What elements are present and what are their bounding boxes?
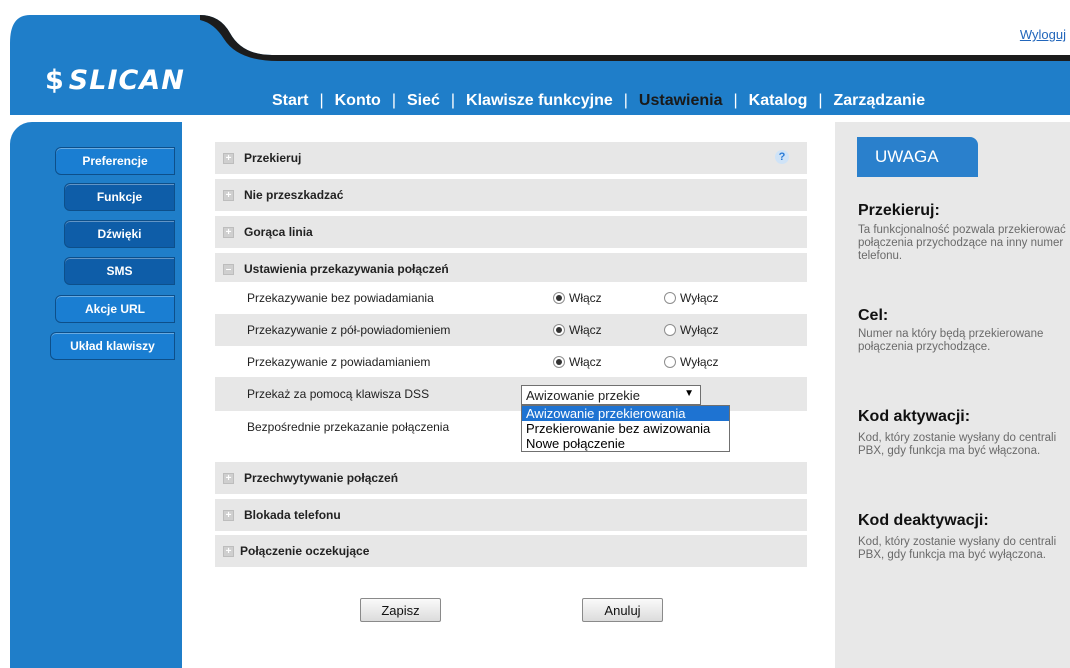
help-icon[interactable]: ? xyxy=(775,150,789,164)
radio-on[interactable]: Włącz xyxy=(553,355,602,369)
expand-icon[interactable]: + xyxy=(223,226,234,238)
section-label: Gorąca linia xyxy=(244,225,313,239)
radio-unchecked-icon[interactable] xyxy=(664,356,676,368)
radio-unchecked-icon[interactable] xyxy=(664,324,676,336)
expand-icon[interactable]: + xyxy=(223,472,234,484)
note-header: UWAGA xyxy=(857,137,978,177)
note-text: Numer na który będą przekierowane połącz… xyxy=(858,328,1044,353)
note-text: Kod, który zostanie wysłany do centrali … xyxy=(858,432,1057,457)
dropdown-option[interactable]: Przekierowanie bez awizowania xyxy=(522,421,729,436)
save-button[interactable]: Zapisz xyxy=(360,598,441,622)
page: Wyloguj $ SLICAN Start | Konto | Sieć | K… xyxy=(0,0,1070,668)
section-label: Nie przeszkadzać xyxy=(244,188,344,202)
nav-separator: | xyxy=(450,92,456,109)
radio-on[interactable]: Włącz xyxy=(553,323,602,337)
sidebar-item-uklad-klawiszy[interactable]: Układ klawiszy xyxy=(50,332,175,360)
main-content: + Przekieruj ? + Nie przeszkadzać + Gorą… xyxy=(182,122,835,668)
nav-katalog[interactable]: Katalog xyxy=(749,92,808,110)
expand-icon[interactable]: + xyxy=(223,545,234,557)
radio-on[interactable]: Włącz xyxy=(553,291,602,305)
transfer-row-label: Przekazywanie z powiadamianiem xyxy=(247,355,431,369)
dropdown-option[interactable]: Nowe połączenie xyxy=(522,436,729,451)
radio-on-label: Włącz xyxy=(569,291,602,305)
nav-klawisze-funkcyjne[interactable]: Klawisze funkcyjne xyxy=(466,92,613,110)
dropdown-option[interactable]: Awizowanie przekierowania xyxy=(522,406,729,421)
nav-ustawienia[interactable]: Ustawienia xyxy=(639,92,723,110)
section-przekieruj[interactable]: + Przekieruj ? xyxy=(215,142,807,174)
section-label: Blokada telefonu xyxy=(244,508,341,522)
nav-separator: | xyxy=(391,92,396,109)
sidebar-item-dzwieki[interactable]: Dźwięki xyxy=(64,220,175,248)
note-title: Kod deaktywacji: xyxy=(858,512,989,529)
note-text: Ta funkcjonalność pozwala przekierować p… xyxy=(858,224,1066,262)
expand-icon[interactable]: + xyxy=(223,152,234,164)
nav-separator: | xyxy=(818,92,823,109)
note-text: Kod, który zostanie wysłany do centrali … xyxy=(858,536,1057,561)
sidebar-item-akcje-url[interactable]: Akcje URL xyxy=(55,295,175,323)
nav-separator: | xyxy=(733,92,738,109)
radio-off-label: Wyłącz xyxy=(680,291,719,305)
radio-checked-icon[interactable] xyxy=(553,324,565,336)
section-goraca-linia[interactable]: + Gorąca linia xyxy=(215,216,807,248)
dropdown-arrow-icon[interactable]: ▼ xyxy=(684,388,694,399)
direct-transfer-label: Bezpośrednie przekazanie połączenia xyxy=(247,420,450,434)
radio-on-label: Włącz xyxy=(569,355,602,369)
nav-start[interactable]: Start xyxy=(272,92,308,110)
radio-unchecked-icon[interactable] xyxy=(664,292,676,304)
logo-mark-icon: $ xyxy=(45,65,65,96)
radio-checked-icon[interactable] xyxy=(553,292,565,304)
header: Wyloguj $ SLICAN Start | Konto | Sieć | K… xyxy=(10,15,1070,115)
dss-selected-value: Awizowanie przekie xyxy=(526,387,640,403)
section-przechwytywanie[interactable]: + Przechwytywanie połączeń xyxy=(215,462,807,494)
transfer-row-label: Przekazywanie bez powiadamiania xyxy=(247,291,434,305)
radio-off[interactable]: Wyłącz xyxy=(664,355,719,369)
transfer-row-label: Przekazywanie z pół-powiadomieniem xyxy=(247,323,451,337)
top-nav: Start | Konto | Sieć | Klawisze funkcyjn… xyxy=(272,92,925,110)
expand-icon[interactable]: + xyxy=(223,509,234,521)
section-label: Ustawienia przekazywania połączeń xyxy=(244,262,449,276)
nav-siec[interactable]: Sieć xyxy=(407,92,440,110)
section-label: Połączenie oczekujące xyxy=(240,544,370,558)
nav-konto[interactable]: Konto xyxy=(335,92,381,110)
collapse-icon[interactable]: – xyxy=(223,263,234,275)
note-title: Przekieruj: xyxy=(858,202,940,219)
section-nie-przeszkadzac[interactable]: + Nie przeszkadzać xyxy=(215,179,807,211)
section-ustawienia-przekazywania[interactable]: – Ustawienia przekazywania połączeń xyxy=(215,253,807,285)
transfer-row: Przekazywanie z pół-powiadomieniem Włącz… xyxy=(215,314,807,346)
logout-link[interactable]: Wyloguj xyxy=(1020,27,1066,42)
transfer-row: Przekazywanie z powiadamianiem Włącz Wył… xyxy=(215,346,807,378)
slican-logo: $ SLICAN xyxy=(45,65,185,96)
help-panel: UWAGA Przekieruj: Ta funkcjonalność pozw… xyxy=(835,122,1070,668)
note-title: Cel: xyxy=(858,307,889,324)
dss-label: Przekaż za pomocą klawisza DSS xyxy=(247,387,430,401)
section-polaczenie-oczekujace[interactable]: + Połączenie oczekujące xyxy=(215,535,807,567)
section-label: Przechwytywanie połączeń xyxy=(244,471,399,485)
sidebar-item-preferencje[interactable]: Preferencje xyxy=(55,147,175,175)
sidebar: Preferencje Funkcje Dźwięki SMS Akcje UR… xyxy=(10,122,182,668)
transfer-row: Przekazywanie bez powiadamiania Włącz Wy… xyxy=(215,282,807,314)
radio-checked-icon[interactable] xyxy=(553,356,565,368)
section-label: Przekieruj xyxy=(244,151,302,165)
radio-off[interactable]: Wyłącz xyxy=(664,323,719,337)
dss-select[interactable]: Awizowanie przekie ▼ xyxy=(521,385,701,405)
nav-separator: | xyxy=(319,92,324,109)
radio-on-label: Włącz xyxy=(569,323,602,337)
section-blokada-telefonu[interactable]: + Blokada telefonu xyxy=(215,499,807,531)
radio-off-label: Wyłącz xyxy=(680,355,719,369)
cancel-button[interactable]: Anuluj xyxy=(582,598,663,622)
expand-icon[interactable]: + xyxy=(223,189,234,201)
note-title: Kod aktywacji: xyxy=(858,408,971,425)
nav-zarzadzanie[interactable]: Zarządzanie xyxy=(834,92,926,110)
logo-text: SLICAN xyxy=(68,65,185,96)
sidebar-item-sms[interactable]: SMS xyxy=(64,257,175,285)
nav-separator: | xyxy=(623,92,628,109)
dss-dropdown-list[interactable]: Awizowanie przekierowania Przekierowanie… xyxy=(521,405,730,452)
radio-off-label: Wyłącz xyxy=(680,323,719,337)
radio-off[interactable]: Wyłącz xyxy=(664,291,719,305)
sidebar-item-funkcje[interactable]: Funkcje xyxy=(64,183,175,211)
